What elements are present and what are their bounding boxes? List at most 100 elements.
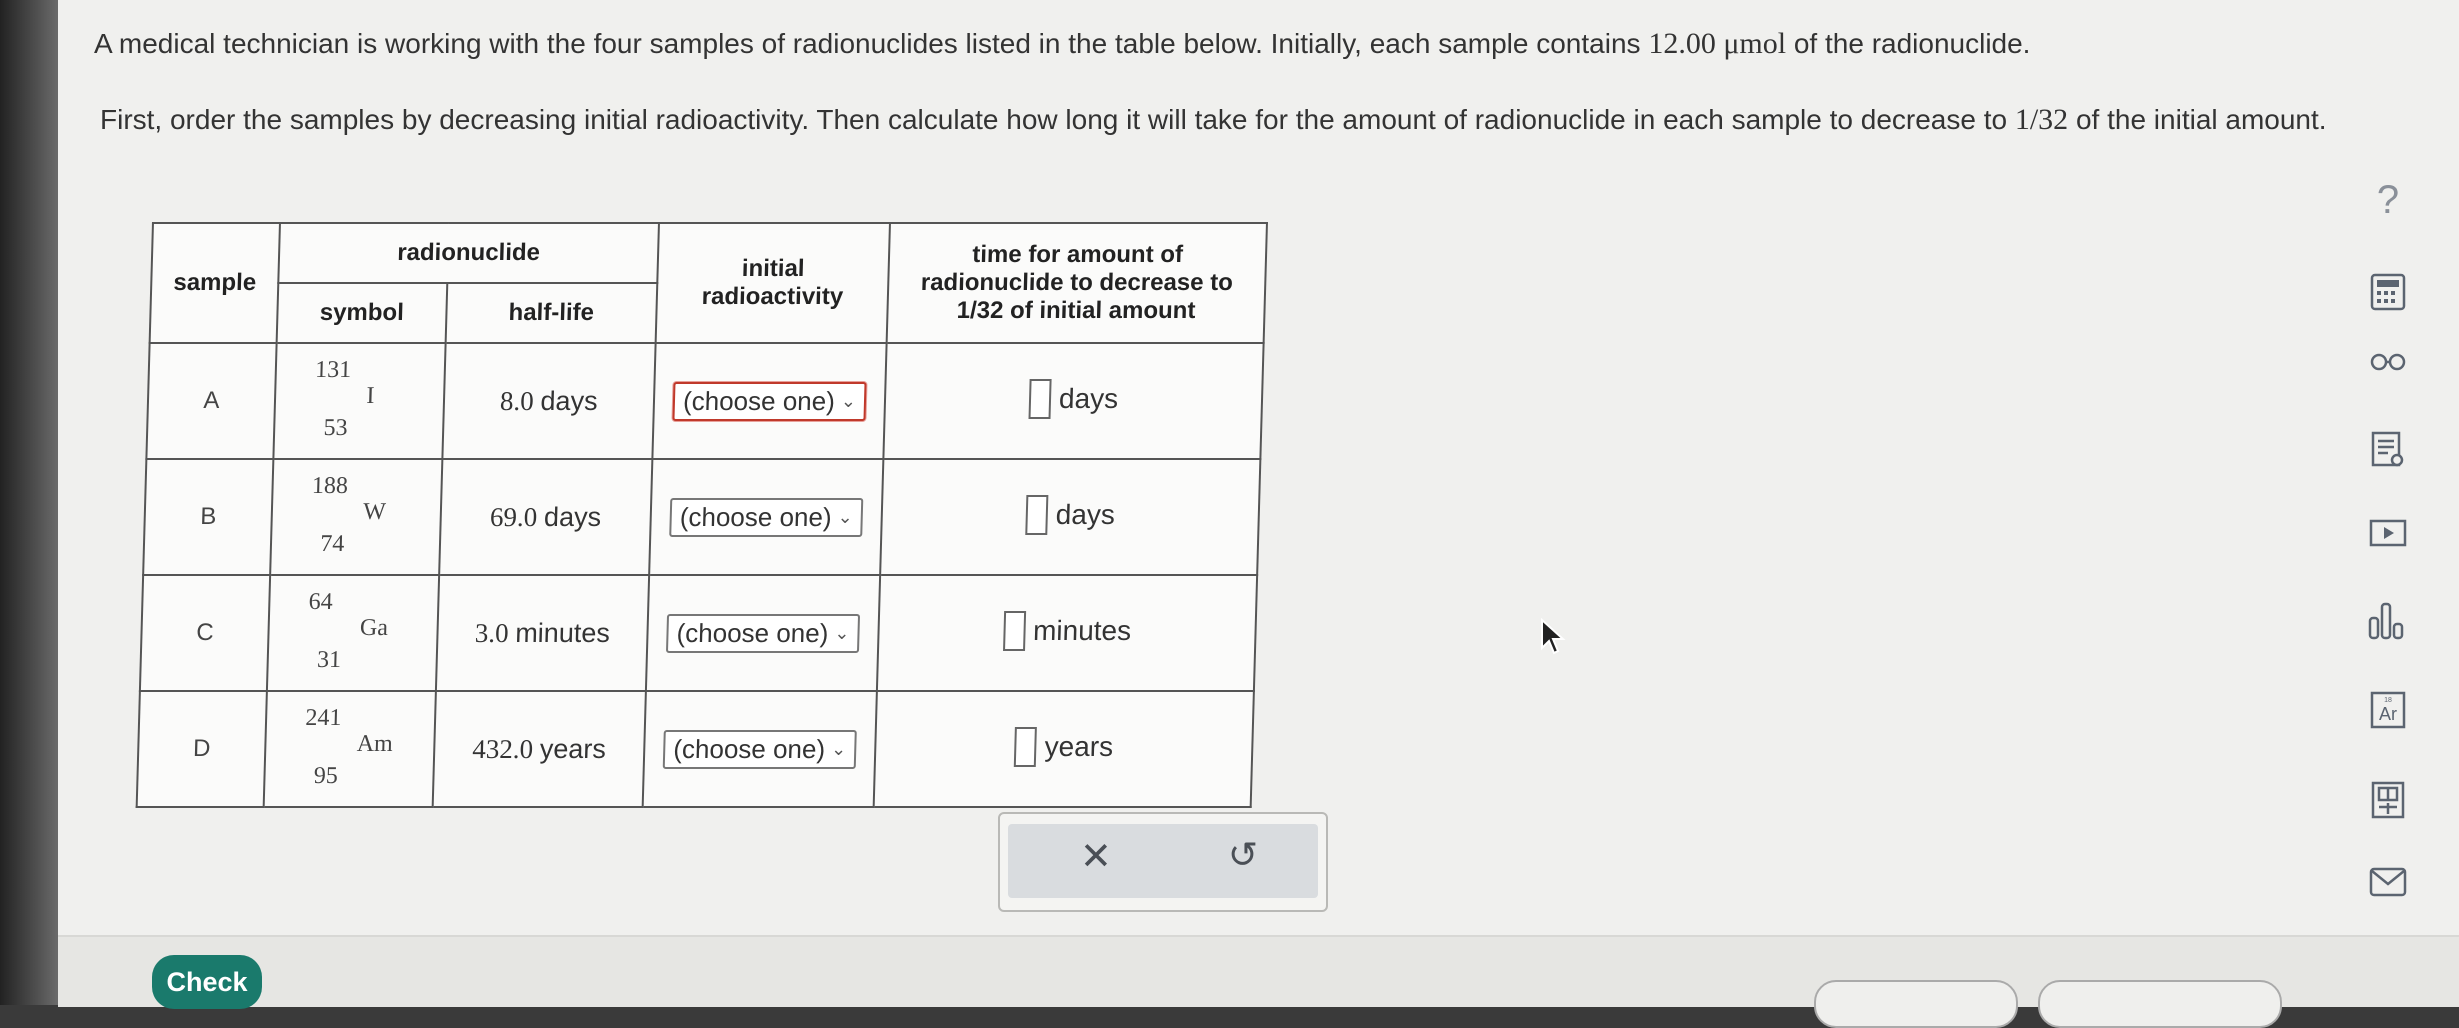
initial-radioactivity-cell: (choose one) ⌄: [652, 343, 887, 459]
sample-label: A: [146, 343, 277, 459]
time-answer-input[interactable]: [1025, 494, 1049, 535]
table-row: A 131 I 53 8.0 days (choose one) ⌄ days: [146, 343, 1264, 459]
data-table-icon[interactable]: [2358, 775, 2418, 825]
order-select[interactable]: (choose one) ⌄: [672, 381, 867, 421]
nuclide-symbol: 241 Am 95: [294, 705, 406, 789]
action-button-bar: ✕ ↺: [1008, 824, 1318, 898]
header-radionuclide: radionuclide: [278, 223, 659, 283]
answer-action-panel: ✕ ↺: [998, 812, 1328, 912]
order-select-value: (choose one): [679, 501, 833, 532]
calculator-icon[interactable]: [2358, 267, 2418, 317]
clear-icon[interactable]: ✕: [1080, 834, 1112, 879]
answer-group: days: [1028, 378, 1119, 419]
periodic-table-icon[interactable]: Ar 18: [2358, 685, 2418, 735]
half-life-value: 8.0: [499, 385, 535, 416]
half-life-unit: days: [543, 501, 602, 532]
help-icon[interactable]: ?: [2358, 175, 2418, 225]
sample-label: C: [139, 575, 271, 691]
mass-number: 241: [305, 704, 342, 731]
check-button[interactable]: Check: [152, 955, 262, 1009]
answer-group: years: [1014, 726, 1114, 767]
answer-unit: minutes: [1032, 614, 1132, 646]
chevron-down-icon: ⌄: [837, 506, 854, 527]
sample-label: B: [143, 459, 274, 575]
undo-icon[interactable]: ↺: [1228, 834, 1258, 876]
answer-unit: days: [1055, 498, 1116, 530]
half-life-unit: minutes: [514, 617, 611, 648]
device-bezel: [0, 0, 58, 1005]
chevron-down-icon: ⌄: [840, 390, 857, 411]
header-sample: sample: [149, 223, 280, 343]
textbook-icon[interactable]: [2358, 425, 2418, 475]
order-select-value: (choose one): [676, 617, 829, 648]
half-life-unit: days: [540, 385, 599, 416]
instruction-tail: of the initial amount.: [2068, 104, 2327, 135]
glasses-icon[interactable]: [2358, 337, 2418, 387]
page: A medical technician is working with the…: [58, 0, 2459, 1028]
intro-text: A medical technician is working with the…: [94, 28, 1649, 59]
time-cell: days: [880, 459, 1261, 575]
half-life-unit: years: [539, 733, 607, 764]
order-select-value: (choose one): [682, 385, 836, 416]
intro-tail: of the radionuclide.: [1786, 28, 2031, 59]
order-select[interactable]: (choose one) ⌄: [662, 729, 857, 769]
header-half-life: half-life: [445, 283, 658, 343]
half-life-value: 3.0: [474, 617, 509, 648]
time-answer-input[interactable]: [1014, 726, 1038, 767]
mass-number: 64: [308, 588, 334, 615]
symbol-cell: 241 Am 95: [263, 691, 436, 807]
mass-number: 131: [314, 356, 352, 383]
element-symbol: I: [366, 382, 375, 409]
symbol-cell: 64 Ga 31: [266, 575, 439, 691]
atomic-number: 31: [316, 646, 342, 673]
footer-pill-button[interactable]: [1814, 980, 2018, 1028]
atomic-number: 74: [320, 530, 345, 557]
header-time-line2: radionuclide to decrease to: [920, 269, 1234, 296]
half-life-cell: 432.0 years: [432, 691, 646, 807]
half-life-value: 432.0: [471, 733, 534, 764]
half-life-cell: 8.0 days: [442, 343, 656, 459]
header-initial-line1: initial: [741, 255, 805, 282]
problem-intro: A medical technician is working with the…: [94, 26, 2374, 62]
answer-group: minutes: [1002, 610, 1132, 651]
periodic-data-chart-icon[interactable]: [2358, 595, 2418, 645]
element-symbol: Ga: [359, 614, 389, 641]
header-time-line1: time for amount of: [971, 241, 1184, 268]
fraction: 1/32: [2014, 103, 2069, 136]
mouse-cursor-icon: [1541, 618, 1566, 655]
initial-radioactivity-cell: (choose one) ⌄: [645, 575, 881, 691]
symbol-cell: 188 W 74: [270, 459, 443, 575]
initial-radioactivity-cell: (choose one) ⌄: [649, 459, 884, 575]
footer-pill-button[interactable]: [2038, 980, 2282, 1028]
atomic-number: 53: [323, 414, 348, 441]
svg-text:18: 18: [2384, 697, 2392, 704]
problem-instruction: First, order the samples by decreasing i…: [100, 102, 2340, 138]
element-symbol: W: [362, 498, 387, 525]
svg-text:Ar: Ar: [2379, 704, 2397, 724]
table-row: C 64 Ga 31 3.0 minutes (choose one) ⌄ minut…: [139, 575, 1258, 691]
order-select-value: (choose one): [672, 733, 826, 764]
video-play-icon[interactable]: [2358, 508, 2418, 558]
time-answer-input[interactable]: [1002, 610, 1026, 651]
time-cell: years: [873, 691, 1254, 807]
order-select[interactable]: (choose one) ⌄: [666, 613, 861, 653]
answer-unit: years: [1044, 730, 1114, 762]
time-answer-input[interactable]: [1028, 378, 1052, 419]
order-select[interactable]: (choose one) ⌄: [669, 497, 864, 537]
mass-number: 188: [311, 472, 349, 499]
table-row: B 188 W 74 69.0 days (choose one) ⌄ days: [143, 459, 1261, 575]
header-initial-line2: radioactivity: [701, 283, 844, 310]
element-symbol: Am: [356, 730, 394, 757]
half-life-value: 69.0: [489, 501, 538, 532]
time-cell: days: [883, 343, 1264, 459]
radionuclide-table: sample radionuclide initial radioactivity…: [135, 222, 1268, 808]
nuclide-symbol: 188 W 74: [300, 473, 412, 557]
header-initial-radioactivity: initial radioactivity: [655, 223, 891, 343]
time-cell: minutes: [876, 575, 1258, 691]
nuclide-symbol: 64 Ga 31: [297, 589, 409, 673]
initial-amount: 12.00 μmol: [1648, 27, 1787, 60]
half-life-cell: 3.0 minutes: [435, 575, 650, 691]
mail-icon[interactable]: [2358, 857, 2418, 907]
initial-radioactivity-cell: (choose one) ⌄: [642, 691, 877, 807]
header-time-line3: 1/32 of initial amount: [956, 297, 1196, 324]
